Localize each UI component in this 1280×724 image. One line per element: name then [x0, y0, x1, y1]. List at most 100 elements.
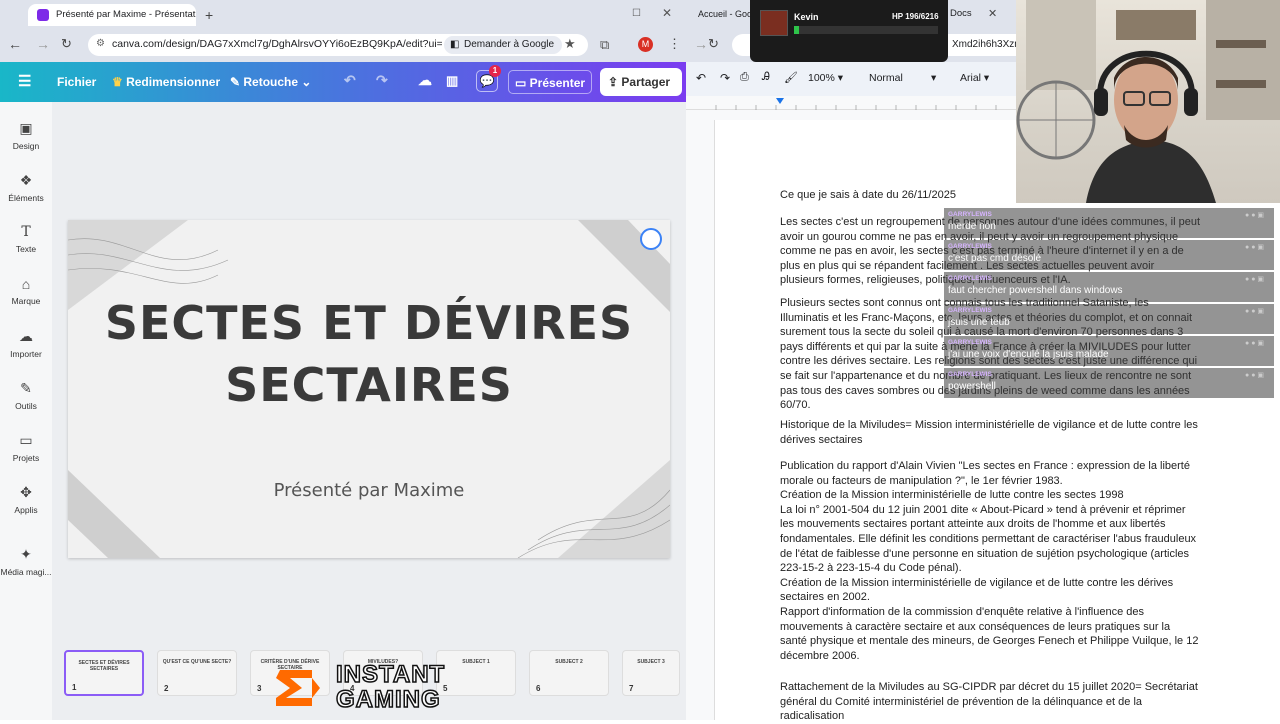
sidebar-label: Projets: [12, 453, 40, 463]
thumbnail-number: 1: [72, 683, 77, 692]
slide-canvas[interactable]: SECTES ET DÉVIRES SECTAIRES Présenté par…: [68, 220, 670, 558]
sidebar-item-magic-media[interactable]: ✦ Média magi...: [0, 546, 52, 577]
thumbnail-text: QU'EST CE QU'UNE SECTE?: [162, 659, 232, 665]
slide-subtitle[interactable]: Présenté par Maxime: [68, 480, 670, 501]
redo-icon[interactable]: ↷: [720, 71, 730, 85]
chevron-down-icon: ▾: [931, 72, 937, 84]
reload-icon[interactable]: ↻: [61, 36, 72, 52]
doc-paragraph[interactable]: Rattachement de la Miviludes au SG-CIPDR…: [780, 680, 1200, 724]
tools-icon: ✎: [20, 380, 32, 396]
forward-icon[interactable]: →: [694, 36, 708, 52]
docs-ruler[interactable]: [686, 96, 1016, 110]
comments-button[interactable]: 💬 1: [476, 65, 501, 92]
profile-avatar[interactable]: M: [638, 37, 653, 52]
reload-icon[interactable]: ↻: [708, 36, 719, 52]
tab-canva[interactable]: Présenté par Maxime - Présentat: [28, 4, 196, 26]
chevron-down-icon: ⌄: [298, 75, 312, 89]
sidebar-item-upload[interactable]: ☁ Importer: [0, 328, 52, 359]
apps-icon: ✥: [20, 484, 32, 500]
chat-badges-icon: ● ● ▣: [1245, 340, 1264, 347]
logo-line1: INSTANT: [335, 661, 446, 689]
print-icon[interactable]: ⎙: [740, 71, 749, 84]
maximize-icon[interactable]: ☐: [632, 8, 641, 19]
back-icon[interactable]: ←: [8, 36, 22, 52]
site-info-icon[interactable]: ⚙: [96, 38, 105, 49]
sidebar-item-design[interactable]: ▣ Design: [0, 120, 52, 151]
browser-menu-icon[interactable]: ⋮: [668, 36, 681, 52]
sidebar-item-tools[interactable]: ✎ Outils: [0, 380, 52, 411]
comments-badge: 1: [489, 65, 501, 77]
zoom-value: 100%: [808, 72, 835, 84]
thumbnail-text: SECTES ET DÉVIRES SECTAIRES: [78, 660, 130, 672]
chat-username: GARRYLEWIS: [948, 211, 992, 218]
logo-line2: GAMING: [335, 686, 441, 714]
forward-icon[interactable]: →: [36, 36, 50, 52]
file-menu[interactable]: Fichier: [57, 75, 96, 89]
chat-text: j'ai une voix d'enculé la jsuis malade: [948, 349, 1109, 360]
present-icon: ▭: [515, 76, 530, 90]
ask-google-label: Demander à Google: [464, 39, 555, 50]
resize-label: Redimensionner: [126, 75, 221, 89]
canva-sidebar: ▣ Design ❖ Éléments T Texte ⌂ Marque ☁ Import…: [0, 102, 52, 720]
insights-icon[interactable]: ▥: [446, 73, 458, 89]
slide-title[interactable]: SECTES ET DÉVIRES SECTAIRES: [68, 292, 670, 416]
present-label: Présenter: [529, 76, 586, 90]
doc-paragraph[interactable]: Historique de la Miviludes= Mission inte…: [780, 418, 1200, 447]
share-button[interactable]: ⇪ Partager: [600, 68, 682, 96]
style-select[interactable]: Normal ▾: [869, 72, 939, 84]
share-label: Partager: [621, 75, 671, 89]
chat-text: powershell: [948, 381, 996, 392]
font-select[interactable]: Arial ▾: [960, 72, 989, 84]
ruler-ticks: [715, 98, 997, 110]
extensions-icon[interactable]: ⧉: [600, 37, 609, 53]
paint-format-icon[interactable]: 🖌: [784, 71, 798, 84]
cloud-save-icon[interactable]: ☁: [418, 72, 432, 89]
sidebar-item-brand[interactable]: ⌂ Marque: [0, 276, 52, 306]
address-bar[interactable]: ⚙ canva.com/design/DAG7xXmcl7g/DghAlrsvO…: [88, 34, 588, 56]
magic-media-icon: ✦: [20, 546, 32, 562]
close-tab-icon[interactable]: ✕: [988, 7, 997, 20]
sidebar-item-text[interactable]: T Texte: [0, 224, 52, 254]
slide-thumbnail[interactable]: QU'EST CE QU'UNE SECTE? 2: [157, 650, 237, 696]
folder-icon: ▭: [19, 432, 33, 448]
thumbnail-number: 7: [629, 684, 634, 693]
ask-google-button[interactable]: ◧ Demander à Google: [444, 36, 563, 54]
docs-toolbar: ↶ ↷ ⎙ Ꭿ 🖌 100% ▾ Normal ▾ Arial ▾: [686, 62, 1016, 96]
slide-thumbnail[interactable]: SUBJECT 3 7: [622, 650, 680, 696]
thumbnail-number: 2: [164, 684, 169, 693]
chat-badges-icon: ● ● ▣: [1245, 308, 1264, 315]
retouch-menu[interactable]: ✎ Retouche ⌄: [230, 75, 311, 89]
sidebar-item-apps[interactable]: ✥ Applis: [0, 484, 52, 515]
hp-readout: HP 196/6216: [892, 12, 939, 21]
close-window-icon[interactable]: ✕: [662, 6, 672, 20]
sidebar-label: Design: [12, 141, 40, 151]
thumbnail-text: SUBJECT 3: [637, 659, 665, 665]
sidebar-label: Média magi...: [0, 567, 52, 577]
thumbnail-text: SUBJECT 1: [462, 659, 490, 665]
redo-icon[interactable]: ↷: [376, 72, 388, 89]
undo-icon[interactable]: ↶: [696, 71, 706, 85]
brand-icon: ⌂: [21, 276, 31, 292]
slide-thumbnail[interactable]: SECTES ET DÉVIRES SECTAIRES 1: [64, 650, 144, 696]
tab-accueil[interactable]: Accueil - Goo: [684, 4, 750, 26]
slide-thumbnail[interactable]: SUBJECT 2 6: [529, 650, 609, 696]
undo-icon[interactable]: ↶: [344, 72, 356, 89]
zoom-select[interactable]: 100% ▾: [808, 72, 843, 84]
sidebar-label: Marque: [11, 296, 41, 306]
ai-assistant-icon[interactable]: [640, 228, 662, 250]
sidebar-item-elements[interactable]: ❖ Éléments: [0, 172, 52, 203]
thumbnail-number: 6: [536, 684, 541, 693]
hamburger-icon[interactable]: ☰: [18, 72, 31, 90]
tab-docs[interactable]: Docs: [950, 8, 972, 19]
present-button[interactable]: ▭ Présenter: [508, 70, 593, 94]
resize-menu[interactable]: ♛ Redimensionner: [112, 75, 220, 89]
avatar: [760, 10, 788, 36]
bookmark-star-icon[interactable]: ★: [564, 36, 576, 52]
design-icon: ▣: [19, 120, 33, 136]
sidebar-item-projects[interactable]: ▭ Projets: [0, 432, 52, 463]
spellcheck-icon[interactable]: Ꭿ: [762, 71, 770, 84]
new-tab-icon[interactable]: +: [205, 7, 213, 23]
text-icon: T: [21, 224, 31, 240]
chat-username: GARRYLEWIS: [948, 307, 992, 314]
doc-paragraph[interactable]: Publication du rapport d'Alain Vivien "L…: [780, 459, 1200, 663]
